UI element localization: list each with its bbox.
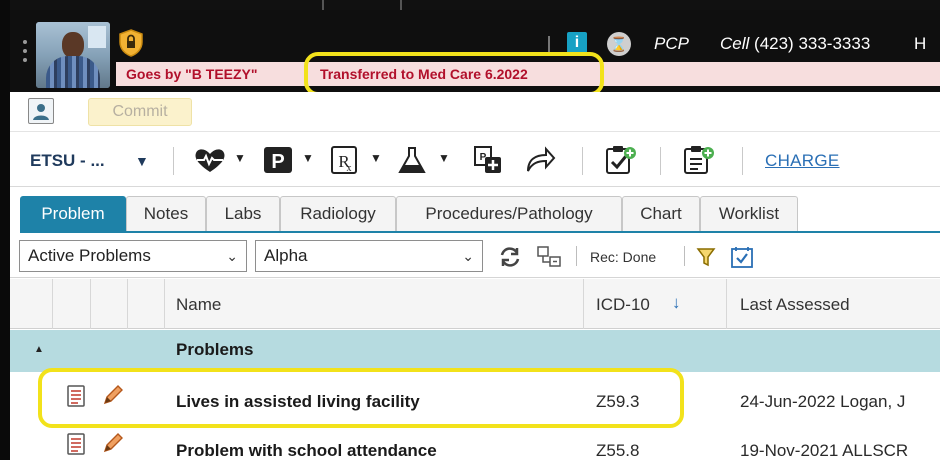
chevron-down-icon[interactable]: ▼ (370, 151, 382, 165)
charge-link[interactable]: CHARGE (765, 151, 840, 171)
problem-name[interactable]: Problem with school attendance (176, 441, 437, 460)
tab-labs[interactable]: Labs (206, 196, 280, 232)
sort-order-select[interactable]: Alpha ⌄ (255, 240, 483, 272)
toolbar-divider (173, 147, 174, 175)
toolbar-divider (582, 147, 583, 175)
svg-text:x: x (347, 163, 352, 174)
icd-code: Z55.8 (596, 441, 640, 460)
window-left-edge (0, 0, 10, 460)
toolbar-divider (660, 147, 661, 175)
chevron-down-icon[interactable]: ▼ (302, 151, 314, 165)
filter-divider (576, 246, 577, 266)
cell-phone: Cell (423) 333-3333 (720, 34, 870, 54)
forward-arrow-icon[interactable] (524, 145, 556, 175)
chevron-down-icon[interactable]: ▼ (234, 151, 246, 165)
nickname-alert: Goes by "B TEEZY" (126, 66, 258, 82)
tab-notes[interactable]: Notes (126, 196, 206, 232)
collapse-tree-icon[interactable] (536, 246, 562, 268)
refresh-icon[interactable] (498, 246, 522, 268)
pcp-label: PCP (654, 34, 689, 53)
chevron-down-icon[interactable]: ▼ (438, 151, 450, 165)
strip-divider (400, 0, 402, 10)
column-divider (52, 279, 53, 329)
commit-toolbar: Commit (10, 92, 940, 132)
chevron-down-icon[interactable]: ▼ (135, 153, 149, 169)
group-label: Problems (176, 340, 254, 359)
last-assessed: 19-Nov-2021 ALLSCR (740, 441, 909, 460)
info-icon[interactable]: i (567, 32, 587, 54)
organization-selector[interactable]: ETSU - ... (30, 151, 105, 171)
calendar-check-icon[interactable] (730, 246, 754, 268)
group-row-problems[interactable] (10, 330, 940, 372)
filter-divider (684, 246, 685, 266)
rx-icon[interactable]: R x (330, 145, 358, 175)
column-header-icd10[interactable]: ICD-10 (596, 295, 650, 315)
column-divider (583, 279, 584, 329)
last-assessed: 24-Jun-2022 Logan, J (740, 392, 906, 411)
cell-number: (423) 333-3333 (754, 34, 871, 53)
column-divider (164, 279, 165, 329)
filter-funnel-icon[interactable] (696, 246, 716, 268)
user-card-icon[interactable] (28, 98, 54, 124)
column-divider (127, 279, 128, 329)
header-divider (548, 36, 550, 52)
header-truncated-text: H (914, 34, 927, 53)
note-add-icon[interactable] (682, 145, 716, 175)
tab-underline (20, 231, 940, 233)
tab-radiology[interactable]: Radiology (280, 196, 396, 232)
chevron-down-icon: ⌄ (226, 248, 238, 264)
action-toolbar: ETSU - ... ▼ ▼ P ▼ R x ▼ ▼ P CHARGE (10, 133, 940, 187)
flask-icon[interactable] (396, 145, 428, 175)
toolbar-divider (742, 147, 743, 175)
strip-divider (322, 0, 324, 10)
clipboard-check-icon[interactable] (604, 145, 638, 175)
filter-bar: Active Problems ⌄ Alpha ⌄ Rec: Done (10, 234, 940, 278)
p-icon[interactable]: P (262, 145, 294, 175)
pencil-icon[interactable] (102, 432, 124, 454)
problem-status-select[interactable]: Active Problems ⌄ (19, 240, 247, 272)
collapse-triangle-icon[interactable]: ▲ (34, 344, 44, 355)
window-top-strip (0, 0, 940, 10)
sort-order-value: Alpha (264, 246, 308, 265)
column-divider (90, 279, 91, 329)
hourglass-icon[interactable]: ⌛ (607, 32, 631, 56)
drag-handle-icon[interactable] (22, 40, 28, 66)
cell-label: Cell (720, 34, 750, 53)
document-list-icon[interactable] (66, 433, 86, 455)
tab-problem[interactable]: Problem (20, 196, 126, 232)
highlight-annotation (38, 368, 684, 428)
shield-lock-icon[interactable] (116, 28, 146, 58)
patient-photo (36, 22, 110, 88)
tab-procedures-pathology[interactable]: Procedures/Pathology (396, 196, 622, 232)
sort-descending-icon[interactable]: ↓ (672, 293, 681, 313)
reconciliation-status[interactable]: Rec: Done (590, 249, 656, 265)
commit-button[interactable]: Commit (88, 98, 192, 126)
highlight-annotation (304, 52, 604, 96)
document-plus-icon[interactable]: P (472, 145, 504, 175)
chevron-down-icon: ⌄ (462, 248, 474, 264)
tab-chart[interactable]: Chart (622, 196, 700, 232)
column-header-last-assessed[interactable]: Last Assessed (740, 295, 850, 315)
problem-status-value: Active Problems (28, 246, 151, 265)
heart-rate-icon[interactable] (192, 145, 228, 175)
column-header-name[interactable]: Name (176, 295, 221, 315)
column-divider (726, 279, 727, 329)
svg-text:P: P (271, 151, 284, 173)
tab-worklist[interactable]: Worklist (700, 196, 798, 232)
